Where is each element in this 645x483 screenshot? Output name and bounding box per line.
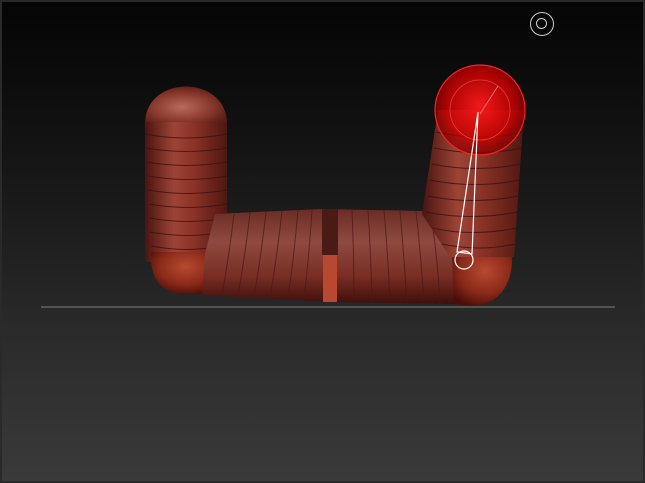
scene-canvas[interactable] <box>2 2 645 483</box>
sculpt-viewport[interactable] <box>0 0 645 483</box>
left-cap[interactable] <box>145 86 227 125</box>
center-seam <box>322 209 338 255</box>
target-circle-inner <box>536 18 547 29</box>
bottom-tube[interactable] <box>202 209 454 305</box>
right-elbow[interactable] <box>452 252 513 306</box>
target-circle-icon[interactable] <box>530 12 554 36</box>
gizmo-sphere[interactable] <box>434 64 526 156</box>
center-seam-lower <box>323 255 337 302</box>
